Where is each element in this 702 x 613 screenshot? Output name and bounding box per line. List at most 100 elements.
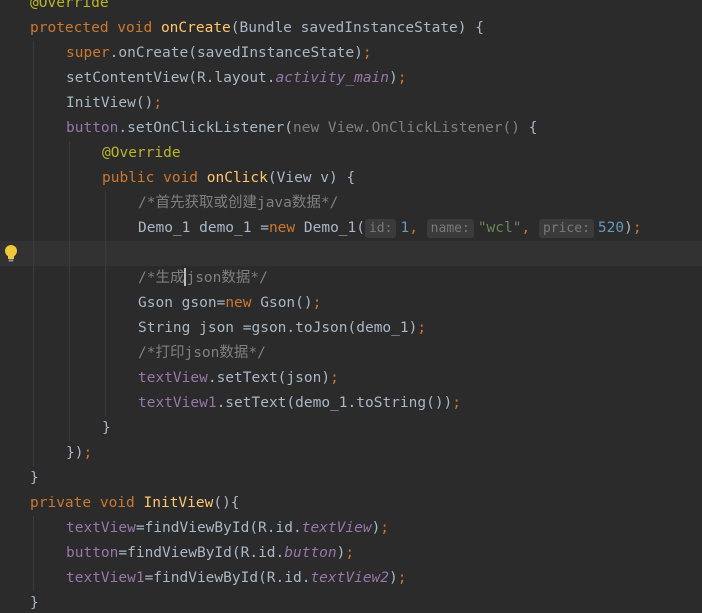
code-text: @Override bbox=[30, 0, 109, 16]
indent-guide bbox=[105, 241, 106, 266]
code-line[interactable]: button=findViewById(R.id.button); bbox=[0, 541, 702, 566]
code-token: ; bbox=[632, 220, 642, 236]
code-text: } bbox=[30, 466, 39, 491]
code-token: Gson() bbox=[260, 295, 313, 311]
parameter-hint: id: bbox=[364, 219, 397, 238]
code-line[interactable]: /*生成 json数据*/ bbox=[0, 266, 702, 291]
code-token: .setOnClickListener( bbox=[118, 120, 293, 136]
parameter-hint: price: bbox=[538, 219, 594, 238]
indent-guide bbox=[33, 266, 34, 291]
indent-guide bbox=[69, 216, 70, 241]
code-token: textView2 bbox=[310, 570, 390, 586]
code-token: }) bbox=[66, 445, 84, 461]
current-code-line[interactable] bbox=[0, 241, 702, 266]
code-token: ; bbox=[83, 445, 93, 461]
code-editor[interactable]: @Override protected void onCreate(Bundle … bbox=[0, 0, 702, 613]
code-line[interactable]: }); bbox=[0, 441, 702, 466]
code-token: } bbox=[30, 470, 39, 486]
parameter-hint: name: bbox=[426, 219, 474, 238]
code-line[interactable]: button.setOnClickListener(new View.OnCli… bbox=[0, 116, 702, 141]
code-text: } bbox=[30, 591, 39, 613]
code-line[interactable]: /*首先获取或创建java数据*/ bbox=[0, 191, 702, 216]
code-token: ; bbox=[153, 95, 163, 111]
indent-guide bbox=[33, 291, 34, 316]
indent-guide bbox=[105, 341, 106, 366]
code-token: json数据*/ bbox=[186, 270, 268, 286]
code-token: =findViewById(R.id. bbox=[118, 545, 285, 561]
indent-guide bbox=[69, 291, 70, 316]
indent-guide bbox=[69, 366, 70, 391]
code-text: button.setOnClickListener(new View.OnCli… bbox=[66, 116, 537, 141]
code-line[interactable]: InitView(); bbox=[0, 91, 702, 116]
code-token: public void bbox=[102, 170, 207, 186]
indent-guide bbox=[69, 141, 70, 166]
code-token: textView bbox=[66, 520, 136, 536]
code-text: button=findViewById(R.id.button); bbox=[66, 541, 354, 566]
code-token: =findViewById(R.id. bbox=[135, 520, 302, 536]
code-token: 520 bbox=[597, 220, 625, 236]
code-text: textView1.setText(demo_1.toString()); bbox=[138, 391, 461, 416]
code-token: 1 bbox=[400, 220, 410, 236]
code-line[interactable]: private void InitView(){ bbox=[0, 491, 702, 516]
code-line[interactable]: textView=findViewById(R.id.textView); bbox=[0, 516, 702, 541]
indent-guide bbox=[69, 241, 70, 266]
code-token: ; bbox=[397, 70, 407, 86]
code-text: InitView(); bbox=[66, 91, 162, 116]
code-text: super.onCreate(savedInstanceState); bbox=[66, 41, 372, 66]
code-token: ; bbox=[417, 320, 427, 336]
code-text: String json =gson.toJson(demo_1); bbox=[138, 316, 426, 341]
indent-guide bbox=[69, 266, 70, 291]
lightbulb-icon[interactable] bbox=[3, 244, 19, 263]
indent-guide bbox=[33, 141, 34, 166]
code-line[interactable]: Gson gson=new Gson(); bbox=[0, 291, 702, 316]
code-line[interactable]: /*打印json数据*/ bbox=[0, 341, 702, 366]
code-token: new bbox=[225, 295, 261, 311]
indent-guide bbox=[105, 291, 106, 316]
indent-guide bbox=[105, 316, 106, 341]
code-token: ; bbox=[345, 545, 355, 561]
code-line[interactable]: setContentView(R.layout.activity_main); bbox=[0, 66, 702, 91]
code-token: .setText(json) bbox=[207, 370, 331, 386]
code-line[interactable]: @Override bbox=[0, 0, 702, 16]
indent-guide bbox=[33, 191, 34, 216]
code-token: button bbox=[284, 545, 337, 561]
code-line[interactable]: String json =gson.toJson(demo_1); bbox=[0, 316, 702, 341]
code-text: textView1=findViewById(R.id.textView2); bbox=[66, 566, 407, 591]
code-token: ; bbox=[312, 295, 322, 311]
code-token: @Override bbox=[102, 145, 181, 161]
code-line[interactable]: protected void onCreate(Bundle savedInst… bbox=[0, 16, 702, 41]
code-line[interactable]: textView1=findViewById(R.id.textView2); bbox=[0, 566, 702, 591]
code-token: textView1 bbox=[66, 570, 145, 586]
code-token: /*打印json数据*/ bbox=[138, 345, 266, 361]
code-token: button bbox=[66, 545, 119, 561]
code-token: ; bbox=[452, 395, 462, 411]
code-token: , bbox=[521, 220, 539, 236]
code-text: /*生成 json数据*/ bbox=[138, 266, 268, 291]
code-line[interactable]: @Override bbox=[0, 141, 702, 166]
indent-guide bbox=[105, 216, 106, 241]
indent-guide bbox=[33, 316, 34, 341]
indent-guide bbox=[69, 341, 70, 366]
code-line[interactable]: textView1.setText(demo_1.toString()); bbox=[0, 391, 702, 416]
code-token: } bbox=[102, 420, 111, 436]
code-token: (){ bbox=[213, 495, 240, 511]
code-token: textView bbox=[138, 370, 208, 386]
indent-guide bbox=[105, 366, 106, 391]
code-token: ; bbox=[330, 370, 339, 386]
code-token: setContentView(R.layout. bbox=[66, 70, 276, 86]
code-token: /*首先获取或创建java数据*/ bbox=[138, 195, 339, 211]
code-token: onCreate bbox=[160, 20, 231, 36]
code-token: ) bbox=[389, 70, 398, 86]
code-token: super bbox=[66, 45, 110, 61]
indent-guide bbox=[33, 341, 34, 366]
code-line[interactable]: super.onCreate(savedInstanceState); bbox=[0, 41, 702, 66]
code-line[interactable]: } bbox=[0, 591, 702, 613]
indent-guide bbox=[33, 441, 34, 466]
code-line[interactable]: public void onClick(View v) { bbox=[0, 166, 702, 191]
code-line[interactable]: } bbox=[0, 416, 702, 441]
indent-guide bbox=[33, 116, 34, 141]
code-line[interactable]: Demo_1 demo_1 =new Demo_1(id: 1, name: "wc… bbox=[0, 216, 702, 241]
code-line[interactable]: } bbox=[0, 466, 702, 491]
code-text: /*首先获取或创建java数据*/ bbox=[138, 191, 338, 216]
code-line[interactable]: textView.setText(json); bbox=[0, 366, 702, 391]
